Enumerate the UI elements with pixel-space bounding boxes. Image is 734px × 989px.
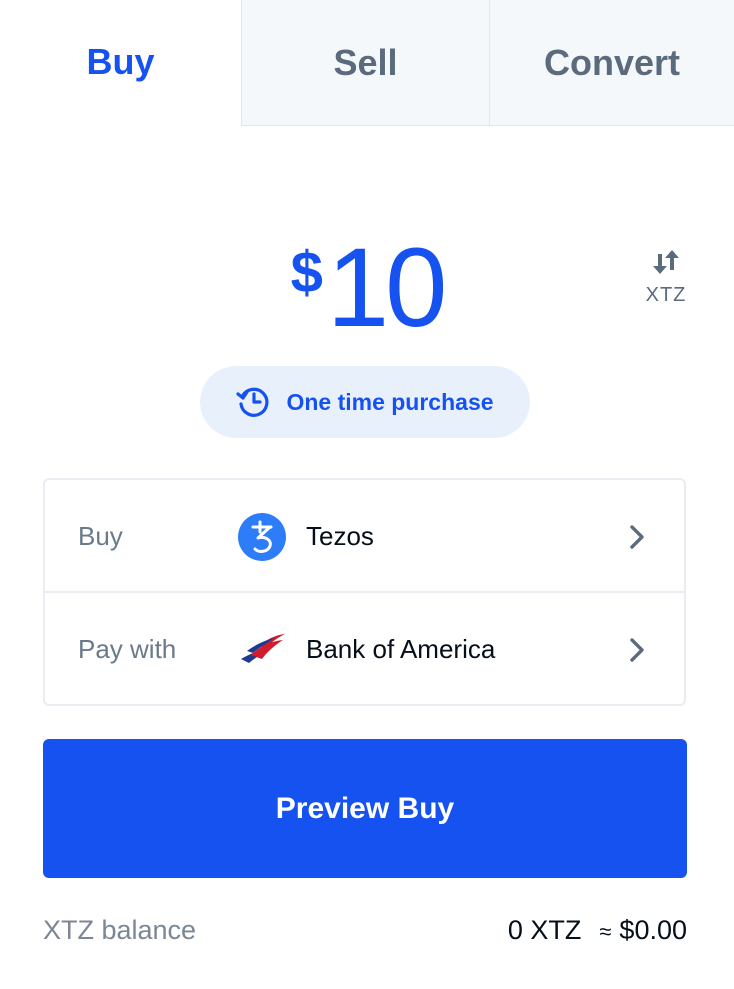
swap-currency-label: XTZ — [645, 284, 687, 306]
chevron-right-icon — [630, 638, 644, 662]
amount-display[interactable]: $ 10 — [0, 225, 734, 350]
asset-name: Tezos — [306, 521, 374, 551]
amount-value: 10 — [326, 225, 448, 350]
tab-convert[interactable]: Convert — [489, 0, 734, 126]
tab-bar: Buy Sell Convert — [0, 0, 734, 126]
purchase-frequency-button[interactable]: One time purchase — [200, 366, 530, 438]
bank-of-america-logo — [241, 634, 285, 663]
balance-crypto-amount: 0 XTZ — [507, 915, 582, 945]
asset-row-label: Buy — [78, 521, 123, 551]
payment-row-label: Pay with — [78, 634, 177, 664]
currency-toggle-button[interactable]: XTZ — [636, 246, 696, 307]
history-clock-icon — [236, 387, 269, 417]
asset-select-row[interactable]: Buy Tezos — [45, 480, 684, 593]
payment-method-name: Bank of America — [306, 634, 496, 664]
purchase-frequency-label: One time purchase — [286, 388, 494, 415]
swap-arrows-icon — [653, 250, 679, 274]
tezos-icon — [238, 513, 286, 561]
buy-sell-convert-panel: Buy Sell Convert $ 10 XTZ One time purch… — [0, 0, 734, 989]
balance-label: XTZ balance — [43, 915, 197, 945]
preview-buy-button[interactable]: Preview Buy — [43, 739, 687, 878]
order-details-card: Buy Tezos Pay with Bank of America — [43, 478, 686, 706]
chevron-right-icon — [630, 525, 644, 549]
balance-value: 0 XTZ ≈ $0.00 — [508, 915, 687, 946]
payment-method-row[interactable]: Pay with Bank of America — [45, 593, 684, 706]
tab-buy[interactable]: Buy — [0, 0, 241, 126]
approx-symbol: ≈ — [599, 919, 612, 944]
currency-symbol: $ — [290, 240, 323, 305]
tab-sell[interactable]: Sell — [241, 0, 489, 126]
balance-fiat-amount: $0.00 — [619, 915, 687, 945]
preview-buy-label: Preview Buy — [275, 791, 455, 825]
